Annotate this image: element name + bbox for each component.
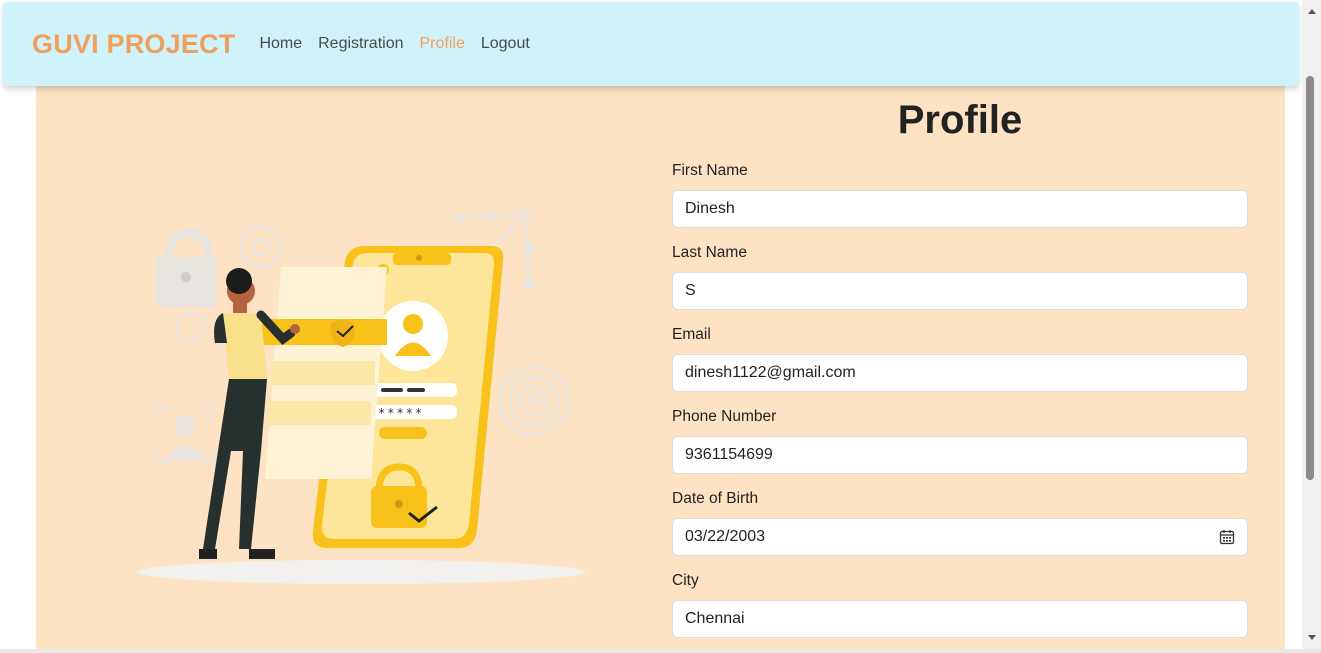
email-label: Email bbox=[672, 326, 711, 343]
date-of-birth-field[interactable]: 03/22/2003 bbox=[672, 518, 1248, 556]
nav-link-profile[interactable]: Profile bbox=[420, 35, 465, 53]
nav-link-home[interactable]: Home bbox=[259, 35, 302, 53]
email-value: dinesh1122@gmail.com bbox=[685, 364, 856, 381]
phone-number-label: Phone Number bbox=[672, 408, 777, 425]
window-bottom-edge bbox=[0, 649, 1321, 653]
calendar-icon[interactable] bbox=[1219, 529, 1235, 545]
scrollbar-thumb[interactable] bbox=[1306, 76, 1314, 480]
security-illustration: ***** bbox=[137, 208, 585, 584]
last-name-value: S bbox=[685, 282, 696, 299]
first-name-label: First Name bbox=[672, 162, 748, 179]
nav-link-registration[interactable]: Registration bbox=[318, 35, 403, 53]
browser-viewport: GUVI PROJECT Home Registration Profile L… bbox=[0, 0, 1302, 649]
profile-section: ***** Profile First Name Dinesh Last Nam… bbox=[36, 86, 1285, 649]
page-title: Profile bbox=[897, 98, 1023, 142]
brand-logo[interactable]: GUVI PROJECT bbox=[32, 29, 235, 60]
scroll-up-arrow-icon[interactable] bbox=[1302, 4, 1321, 18]
navbar: GUVI PROJECT Home Registration Profile L… bbox=[3, 2, 1299, 86]
phone-number-field[interactable]: 9361154699 bbox=[672, 436, 1248, 474]
gear-icon bbox=[239, 225, 283, 269]
fingerprint-icon bbox=[498, 365, 570, 437]
first-name-value: Dinesh bbox=[685, 200, 735, 217]
city-field[interactable]: Chennai bbox=[672, 600, 1248, 638]
first-name-field[interactable]: Dinesh bbox=[672, 190, 1248, 228]
date-of-birth-value: 03/22/2003 bbox=[685, 528, 766, 545]
scroll-down-arrow-icon[interactable] bbox=[1302, 631, 1321, 645]
user-frame-icon bbox=[155, 405, 215, 465]
date-of-birth-label: Date of Birth bbox=[672, 490, 759, 507]
nav-link-logout[interactable]: Logout bbox=[481, 35, 530, 53]
background-padlock-icon bbox=[155, 228, 217, 307]
phone-number-value: 9361154699 bbox=[685, 446, 773, 463]
last-name-field[interactable]: S bbox=[672, 272, 1248, 310]
last-name-label: Last Name bbox=[672, 244, 747, 261]
email-field[interactable]: dinesh1122@gmail.com bbox=[672, 354, 1248, 392]
profile-form: Profile First Name Dinesh Last Name S Em… bbox=[672, 86, 1248, 638]
password-mask: ***** bbox=[378, 406, 424, 420]
vertical-scrollbar[interactable] bbox=[1302, 0, 1321, 649]
login-form-sheets bbox=[259, 267, 387, 479]
city-label: City bbox=[672, 572, 699, 589]
city-value: Chennai bbox=[685, 610, 745, 627]
